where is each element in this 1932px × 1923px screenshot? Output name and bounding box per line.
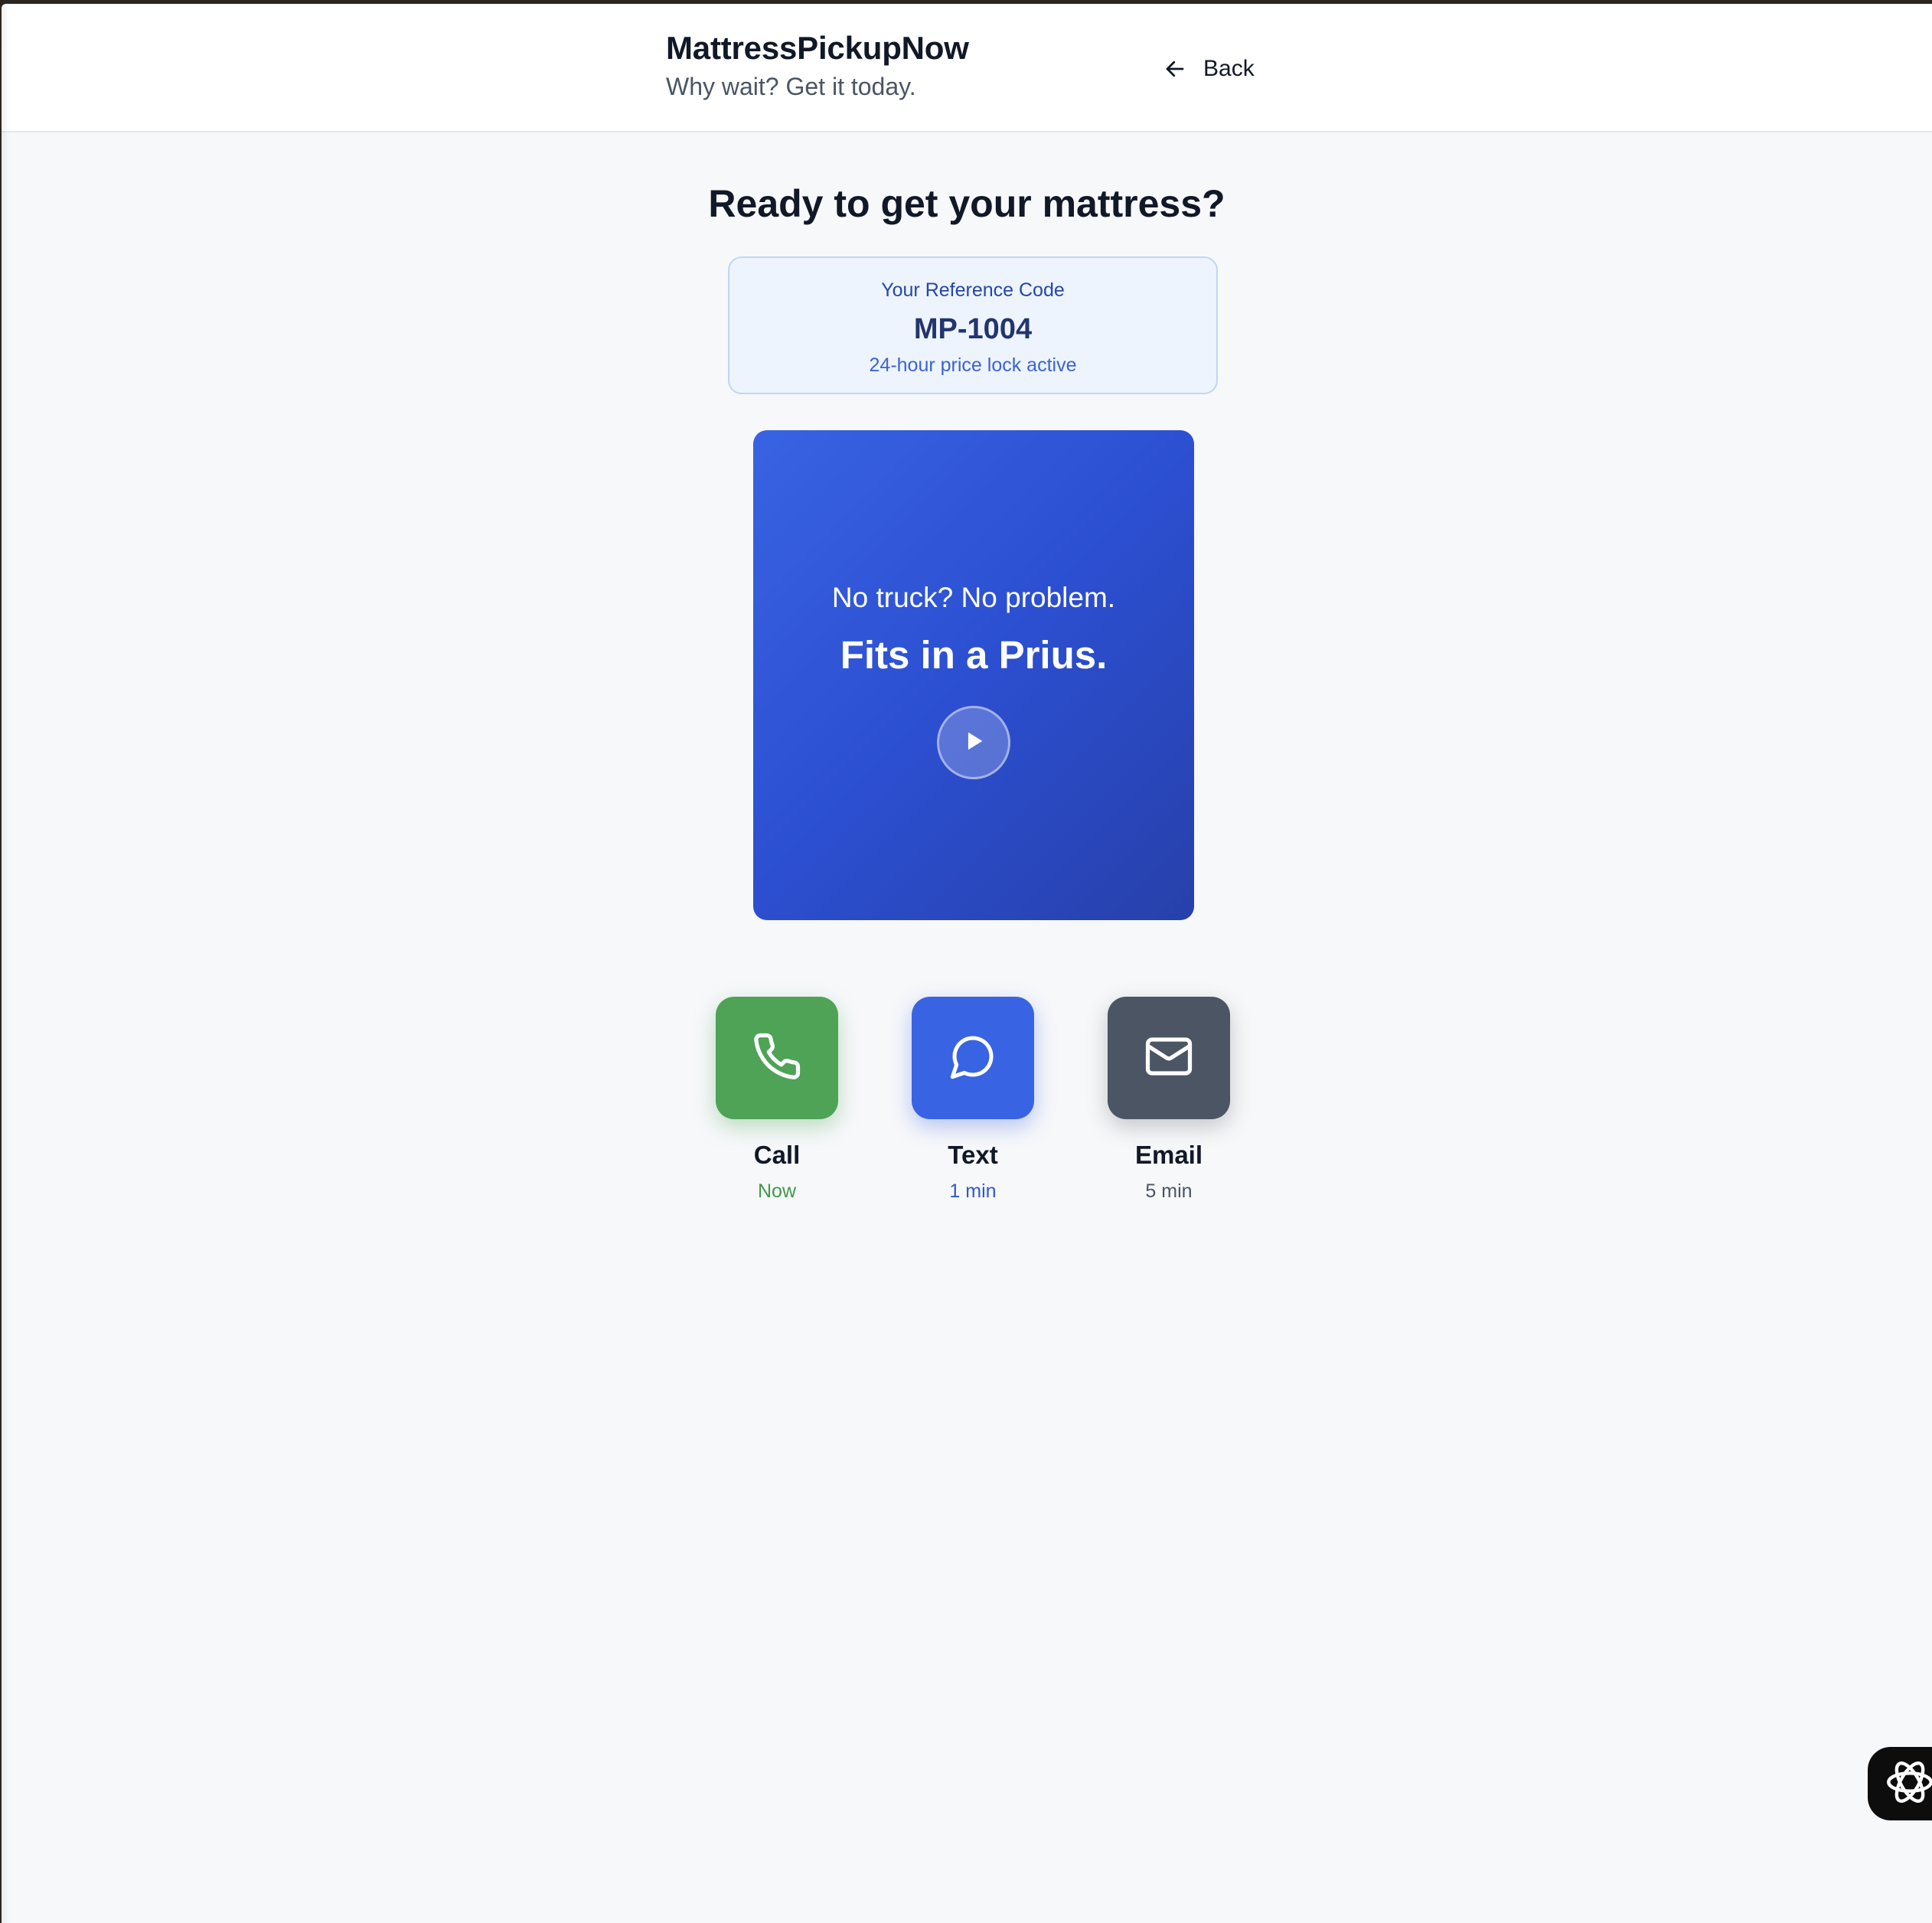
call-button[interactable] [716,997,838,1119]
play-button[interactable] [937,706,1010,779]
brand-name[interactable]: MattressPickupNow [666,30,969,67]
text-button[interactable] [912,997,1034,1119]
chat-bubble-icon [948,1032,997,1085]
arrow-left-icon [1163,57,1186,80]
brand-tagline: Why wait? Get it today. [666,73,916,100]
email-eta: 5 min [1145,1180,1193,1202]
mail-icon [1144,1031,1194,1086]
browser-viewport: MattressPickupNow Why wait? Get it today… [2,4,1932,1923]
call-label: Call [753,1141,801,1169]
back-button[interactable]: Back [1163,50,1255,88]
back-label: Back [1203,56,1255,81]
reference-code-card: Your Reference Code MP-1004 24-hour pric… [728,256,1218,394]
play-icon [961,728,987,758]
text-label: Text [948,1141,998,1169]
reference-code-value: MP-1004 [913,313,1033,345]
price-lock-note: 24-hour price lock active [869,354,1077,376]
call-option[interactable]: Call Now [716,997,838,1203]
promo-video-card[interactable]: No truck? No problem. Fits in a Prius. [753,430,1194,920]
text-option[interactable]: Text 1 min [912,997,1034,1203]
email-option[interactable]: Email 5 min [1108,997,1230,1203]
phone-icon [752,1031,802,1086]
video-headline: No truck? No problem. [831,582,1116,613]
reference-code-label: Your Reference Code [881,279,1065,301]
page-title: Ready to get your mattress? [708,182,1225,225]
call-eta: Now [757,1180,796,1202]
email-label: Email [1134,1141,1203,1169]
assistant-button[interactable] [1868,1747,1932,1820]
site-header: MattressPickupNow Why wait? Get it today… [2,4,1932,132]
email-button[interactable] [1108,997,1230,1119]
assistant-logo-icon [1883,1755,1932,1813]
text-eta: 1 min [949,1180,997,1202]
video-subheadline: Fits in a Prius. [840,633,1108,677]
